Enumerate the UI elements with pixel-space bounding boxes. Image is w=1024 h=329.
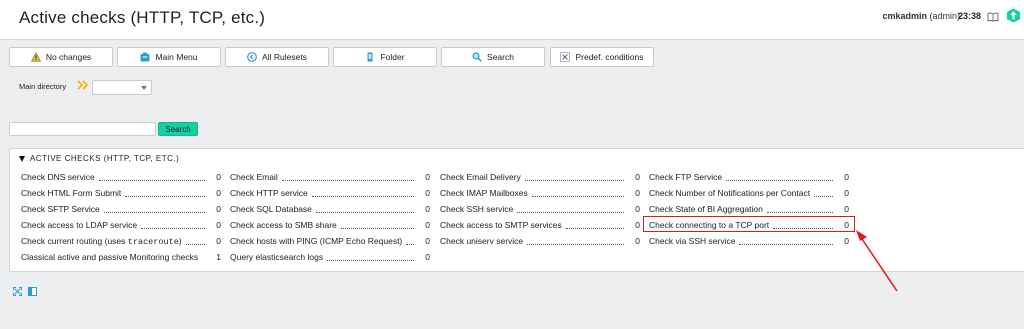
no-changes-label: No changes [45, 52, 92, 62]
ruleset-check-imap-mailboxes[interactable]: Check IMAP Mailboxes 0 [440, 186, 640, 200]
ruleset-check-email-delivery[interactable]: Check Email Delivery 0 [440, 170, 640, 184]
sidebar-toggle-icon[interactable] [28, 287, 37, 296]
ruleset-check-tcp-port[interactable]: Check connecting to a TCP port 0 [649, 218, 849, 232]
search-icon [472, 52, 482, 62]
username[interactable]: cmkadmin [882, 11, 927, 21]
predef-conditions-label: Predef. conditions [575, 52, 644, 62]
ruleset-check-ldap-service[interactable]: Check access to LDAP service 0 [21, 218, 221, 232]
ruleset-check-hosts-ping[interactable]: Check hosts with PING (ICMP Echo Request… [230, 234, 430, 248]
main-menu-label: Main Menu [155, 52, 198, 62]
search-input[interactable] [9, 122, 156, 136]
search-toolbar-button[interactable]: Search [441, 47, 545, 67]
ruleset-query-elasticsearch-logs[interactable]: Query elasticsearch logs 0 [230, 250, 430, 264]
ruleset-check-sql-database[interactable]: Check SQL Database 0 [230, 202, 430, 216]
ruleset-check-current-routing[interactable]: Check current routing (uses traceroute) 0 [21, 234, 221, 248]
ruleset-check-http-service[interactable]: Check HTTP service 0 [230, 186, 430, 200]
footer-icons [13, 287, 37, 296]
ruleset-check-smb-share[interactable]: Check access to SMB share 0 [230, 218, 430, 232]
ruleset-check-html-form-submit[interactable]: Check HTML Form Submit 0 [21, 186, 221, 200]
expand-icon[interactable] [13, 287, 22, 296]
folder-label: Folder [380, 52, 405, 62]
ruleset-check-uniserv-service[interactable]: Check uniserv service 0 [440, 234, 640, 248]
collapse-triangle-icon [19, 155, 25, 162]
user-info[interactable]: cmkadmin (admin) [882, 11, 960, 21]
search-button[interactable]: Search [158, 122, 198, 136]
panel-header[interactable]: ACTIVE CHECKS (HTTP, TCP, ETC.) [19, 154, 179, 163]
page-title: Active checks (HTTP, TCP, etc.) [19, 8, 266, 27]
all-rulesets-label: All Rulesets [262, 52, 307, 62]
chevron-down-icon [141, 86, 147, 90]
folder-button[interactable]: Folder [333, 47, 437, 67]
double-chevron-right-icon [77, 80, 89, 90]
home-icon [140, 52, 150, 62]
search-toolbar-label: Search [487, 52, 514, 62]
folder-icon [367, 52, 373, 62]
page-header: Active checks (HTTP, TCP, etc.) cmkadmin… [0, 0, 1024, 40]
ruleset-check-notifications-per-contact[interactable]: Check Number of Notifications per Contac… [649, 186, 849, 200]
ruleset-classical-active-passive-checks[interactable]: Classical active and passive Monitoring … [21, 250, 221, 264]
no-changes-button[interactable]: No changes [9, 47, 113, 67]
ruleset-check-sftp-service[interactable]: Check SFTP Service 0 [21, 202, 221, 216]
ruleset-check-ftp-service[interactable]: Check FTP Service 0 [649, 170, 849, 184]
ruleset-check-email[interactable]: Check Email 0 [230, 170, 430, 184]
main-directory-select[interactable] [92, 80, 152, 95]
main-menu-button[interactable]: Main Menu [117, 47, 221, 67]
main-directory-label: Main directory [19, 82, 67, 91]
ruleset-check-via-ssh-service[interactable]: Check via SSH service 0 [649, 234, 849, 248]
clock: 23:38 [958, 11, 982, 21]
all-rulesets-icon [247, 52, 257, 62]
warning-icon [30, 52, 41, 62]
panel-title: ACTIVE CHECKS (HTTP, TCP, ETC.) [30, 154, 180, 163]
checkmk-logo-icon[interactable] [1006, 8, 1021, 23]
ruleset-check-smtp-services[interactable]: Check access to SMTP services 0 [440, 218, 640, 232]
predef-conditions-button[interactable]: Predef. conditions [550, 47, 654, 67]
all-rulesets-button[interactable]: All Rulesets [225, 47, 329, 67]
ruleset-check-dns-service[interactable]: Check DNS service 0 [21, 170, 221, 184]
book-icon[interactable] [987, 12, 999, 22]
conditions-icon [560, 52, 571, 62]
ruleset-check-bi-aggregation[interactable]: Check State of BI Aggregation 0 [649, 202, 849, 216]
ruleset-check-ssh-service[interactable]: Check SSH service 0 [440, 202, 640, 216]
user-role: (admin) [929, 11, 960, 21]
annotation-arrow [856, 230, 898, 292]
